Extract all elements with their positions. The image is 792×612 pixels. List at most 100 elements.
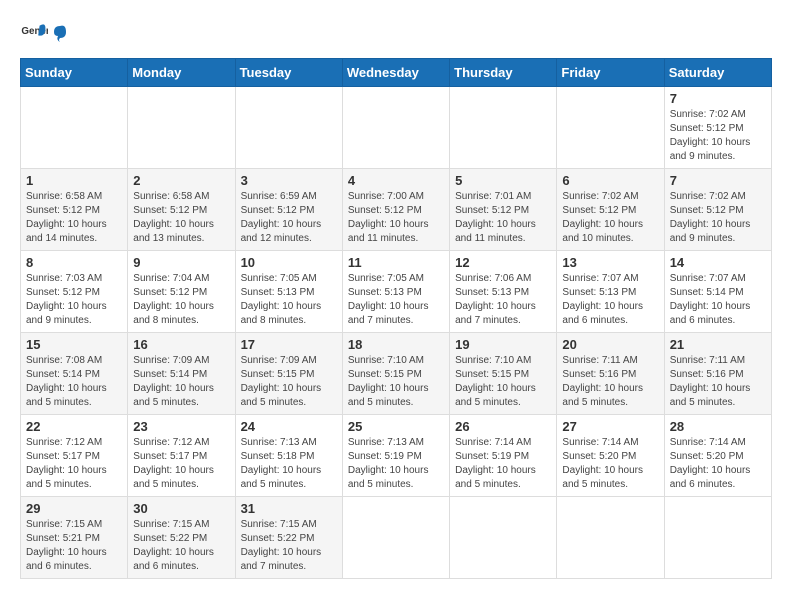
table-row	[664, 497, 771, 579]
header-saturday: Saturday	[664, 59, 771, 87]
day-number: 19	[455, 337, 551, 352]
day-info: Sunrise: 7:06 AMSunset: 5:13 PMDaylight:…	[455, 272, 551, 328]
table-row	[450, 497, 557, 579]
day-number: 24	[241, 419, 337, 434]
day-number: 13	[562, 255, 658, 270]
table-row: 24 Sunrise: 7:13 AMSunset: 5:18 PMDaylig…	[235, 415, 342, 497]
day-info: Sunrise: 7:04 AMSunset: 5:12 PMDaylight:…	[133, 272, 229, 328]
logo-bird-icon	[52, 24, 68, 44]
day-number: 15	[26, 337, 122, 352]
day-info: Sunrise: 7:07 AMSunset: 5:13 PMDaylight:…	[562, 272, 658, 328]
day-info: Sunrise: 7:05 AMSunset: 5:13 PMDaylight:…	[348, 272, 444, 328]
day-info: Sunrise: 7:09 AMSunset: 5:15 PMDaylight:…	[241, 354, 337, 410]
table-row: 8 Sunrise: 7:03 AMSunset: 5:12 PMDayligh…	[21, 251, 128, 333]
table-row	[235, 87, 342, 169]
day-number: 7	[670, 91, 766, 106]
table-row: 3 Sunrise: 6:59 AMSunset: 5:12 PMDayligh…	[235, 169, 342, 251]
table-row	[342, 87, 449, 169]
calendar-table: Sunday Monday Tuesday Wednesday Thursday…	[20, 58, 772, 579]
day-number: 14	[670, 255, 766, 270]
day-number: 21	[670, 337, 766, 352]
table-row: 4 Sunrise: 7:00 AMSunset: 5:12 PMDayligh…	[342, 169, 449, 251]
calendar-week-row: 22 Sunrise: 7:12 AMSunset: 5:17 PMDaylig…	[21, 415, 772, 497]
day-info: Sunrise: 7:01 AMSunset: 5:12 PMDaylight:…	[455, 190, 551, 246]
header: General	[20, 20, 772, 48]
day-number: 25	[348, 419, 444, 434]
day-number: 5	[455, 173, 551, 188]
day-number: 9	[133, 255, 229, 270]
day-info: Sunrise: 7:10 AMSunset: 5:15 PMDaylight:…	[348, 354, 444, 410]
table-row	[557, 87, 664, 169]
day-number: 4	[348, 173, 444, 188]
table-row: 5 Sunrise: 7:01 AMSunset: 5:12 PMDayligh…	[450, 169, 557, 251]
table-row: 7 Sunrise: 7:02 AMSunset: 5:12 PMDayligh…	[664, 87, 771, 169]
table-row	[342, 497, 449, 579]
day-number: 16	[133, 337, 229, 352]
day-info: Sunrise: 7:08 AMSunset: 5:14 PMDaylight:…	[26, 354, 122, 410]
header-sunday: Sunday	[21, 59, 128, 87]
day-info: Sunrise: 7:07 AMSunset: 5:14 PMDaylight:…	[670, 272, 766, 328]
day-number: 10	[241, 255, 337, 270]
day-info: Sunrise: 7:00 AMSunset: 5:12 PMDaylight:…	[348, 190, 444, 246]
day-number: 12	[455, 255, 551, 270]
day-number: 23	[133, 419, 229, 434]
day-number: 2	[133, 173, 229, 188]
calendar-week-row: 8 Sunrise: 7:03 AMSunset: 5:12 PMDayligh…	[21, 251, 772, 333]
day-number: 31	[241, 501, 337, 516]
table-row: 9 Sunrise: 7:04 AMSunset: 5:12 PMDayligh…	[128, 251, 235, 333]
header-wednesday: Wednesday	[342, 59, 449, 87]
day-number: 27	[562, 419, 658, 434]
table-row: 1 Sunrise: 6:58 AMSunset: 5:12 PMDayligh…	[21, 169, 128, 251]
table-row: 30 Sunrise: 7:15 AMSunset: 5:22 PMDaylig…	[128, 497, 235, 579]
calendar-week-row: 1 Sunrise: 6:58 AMSunset: 5:12 PMDayligh…	[21, 169, 772, 251]
day-info: Sunrise: 7:02 AMSunset: 5:12 PMDaylight:…	[562, 190, 658, 246]
day-info: Sunrise: 7:05 AMSunset: 5:13 PMDaylight:…	[241, 272, 337, 328]
table-row: 13 Sunrise: 7:07 AMSunset: 5:13 PMDaylig…	[557, 251, 664, 333]
day-info: Sunrise: 7:02 AMSunset: 5:12 PMDaylight:…	[670, 190, 766, 246]
table-row: 19 Sunrise: 7:10 AMSunset: 5:15 PMDaylig…	[450, 333, 557, 415]
table-row: 21 Sunrise: 7:11 AMSunset: 5:16 PMDaylig…	[664, 333, 771, 415]
day-number: 20	[562, 337, 658, 352]
day-number: 29	[26, 501, 122, 516]
day-info: Sunrise: 7:09 AMSunset: 5:14 PMDaylight:…	[133, 354, 229, 410]
table-row: 20 Sunrise: 7:11 AMSunset: 5:16 PMDaylig…	[557, 333, 664, 415]
day-number: 28	[670, 419, 766, 434]
table-row: 2 Sunrise: 6:58 AMSunset: 5:12 PMDayligh…	[128, 169, 235, 251]
day-info: Sunrise: 7:11 AMSunset: 5:16 PMDaylight:…	[562, 354, 658, 410]
header-monday: Monday	[128, 59, 235, 87]
day-info: Sunrise: 7:10 AMSunset: 5:15 PMDaylight:…	[455, 354, 551, 410]
day-number: 6	[562, 173, 658, 188]
day-info: Sunrise: 7:14 AMSunset: 5:20 PMDaylight:…	[670, 436, 766, 492]
table-row: 31 Sunrise: 7:15 AMSunset: 5:22 PMDaylig…	[235, 497, 342, 579]
calendar-week-row: 15 Sunrise: 7:08 AMSunset: 5:14 PMDaylig…	[21, 333, 772, 415]
table-row: 7 Sunrise: 7:02 AMSunset: 5:12 PMDayligh…	[664, 169, 771, 251]
table-row	[450, 87, 557, 169]
day-number: 8	[26, 255, 122, 270]
table-row: 29 Sunrise: 7:15 AMSunset: 5:21 PMDaylig…	[21, 497, 128, 579]
day-info: Sunrise: 7:12 AMSunset: 5:17 PMDaylight:…	[133, 436, 229, 492]
table-row: 25 Sunrise: 7:13 AMSunset: 5:19 PMDaylig…	[342, 415, 449, 497]
day-info: Sunrise: 7:15 AMSunset: 5:22 PMDaylight:…	[133, 518, 229, 574]
day-info: Sunrise: 7:12 AMSunset: 5:17 PMDaylight:…	[26, 436, 122, 492]
day-info: Sunrise: 7:13 AMSunset: 5:18 PMDaylight:…	[241, 436, 337, 492]
table-row	[557, 497, 664, 579]
table-row: 22 Sunrise: 7:12 AMSunset: 5:17 PMDaylig…	[21, 415, 128, 497]
day-number: 11	[348, 255, 444, 270]
calendar-week-row: 29 Sunrise: 7:15 AMSunset: 5:21 PMDaylig…	[21, 497, 772, 579]
day-number: 22	[26, 419, 122, 434]
table-row: 18 Sunrise: 7:10 AMSunset: 5:15 PMDaylig…	[342, 333, 449, 415]
day-number: 3	[241, 173, 337, 188]
day-number: 1	[26, 173, 122, 188]
table-row: 12 Sunrise: 7:06 AMSunset: 5:13 PMDaylig…	[450, 251, 557, 333]
table-row: 15 Sunrise: 7:08 AMSunset: 5:14 PMDaylig…	[21, 333, 128, 415]
day-info: Sunrise: 6:58 AMSunset: 5:12 PMDaylight:…	[133, 190, 229, 246]
weekday-header-row: Sunday Monday Tuesday Wednesday Thursday…	[21, 59, 772, 87]
table-row	[21, 87, 128, 169]
header-thursday: Thursday	[450, 59, 557, 87]
header-tuesday: Tuesday	[235, 59, 342, 87]
table-row: 10 Sunrise: 7:05 AMSunset: 5:13 PMDaylig…	[235, 251, 342, 333]
day-info: Sunrise: 7:15 AMSunset: 5:22 PMDaylight:…	[241, 518, 337, 574]
table-row: 16 Sunrise: 7:09 AMSunset: 5:14 PMDaylig…	[128, 333, 235, 415]
day-info: Sunrise: 7:02 AMSunset: 5:12 PMDaylight:…	[670, 108, 766, 164]
logo: General	[20, 20, 68, 48]
